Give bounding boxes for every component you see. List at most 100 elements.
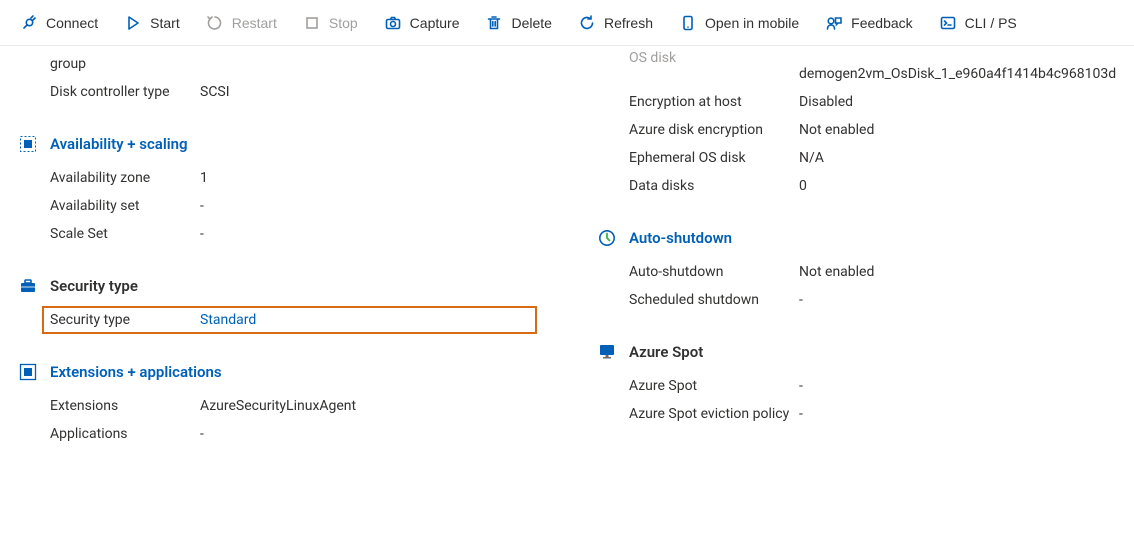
section-extensions: Extensions + applications Extensions Azu… [18, 362, 537, 448]
extensions-label: Extensions [50, 398, 200, 414]
label: Feedback [851, 13, 912, 33]
connect-button[interactable]: Connect [10, 7, 108, 39]
feedback-button[interactable]: Feedback [815, 7, 922, 39]
extensions-applications-link[interactable]: Extensions + applications [50, 363, 222, 381]
security-type-label: Security type [50, 312, 200, 328]
azure-spot-title: Azure Spot [629, 343, 703, 361]
label: Delete [511, 13, 551, 33]
stop-button: Stop [293, 7, 368, 39]
label: Open in mobile [705, 13, 799, 33]
azure-spot-label: Azure Spot [629, 378, 799, 394]
right-column: OS disk demogen2vm_OsDisk_1_e960a4f1414b… [567, 46, 1116, 448]
security-type-value-link[interactable]: Standard [200, 312, 529, 328]
scale-set-label: Scale Set [50, 226, 200, 242]
kv-row: Availability set - [50, 192, 537, 220]
section-header: Security type [18, 276, 537, 296]
applications-value: - [200, 426, 537, 442]
azure-spot-value: - [799, 378, 1116, 394]
availability-zone-label: Availability zone [50, 170, 200, 186]
os-disk-value: demogen2vm_OsDisk_1_e960a4f1414b4c968103… [799, 66, 1116, 82]
section-availability-scaling: Availability + scaling Availability zone… [18, 134, 537, 248]
cli-icon [939, 14, 957, 32]
label: Restart [232, 13, 277, 33]
extensions-value: AzureSecurityLinuxAgent [200, 398, 537, 414]
os-disk-label-truncated: OS disk [629, 50, 799, 66]
scheduled-shutdown-label: Scheduled shutdown [629, 292, 799, 308]
section-azure-spot: Azure Spot Azure Spot - Azure Spot evict… [597, 342, 1116, 428]
availability-scaling-link[interactable]: Availability + scaling [50, 135, 188, 153]
applications-label: Applications [50, 426, 200, 442]
ephemeral-value: N/A [799, 150, 1116, 166]
scale-set-value: - [200, 226, 537, 242]
section-header: Auto-shutdown [597, 228, 1116, 248]
refresh-button[interactable]: Refresh [568, 7, 663, 39]
ade-label: Azure disk encryption [629, 122, 799, 138]
play-icon [124, 14, 142, 32]
feedback-icon [825, 14, 843, 32]
security-type-title: Security type [50, 277, 138, 295]
section-header: Availability + scaling [18, 134, 537, 154]
label: CLI / PS [965, 13, 1017, 33]
kv-row: Availability zone 1 [50, 164, 537, 192]
kv-row: Disk controller type SCSI [50, 78, 537, 106]
kv-row: Encryption at host Disabled [629, 88, 1116, 116]
auto-shutdown-label: Auto-shutdown [629, 264, 799, 280]
delete-button[interactable]: Delete [475, 7, 561, 39]
left-column: group Disk controller type SCSI Availabi… [18, 46, 567, 448]
label: Refresh [604, 13, 653, 33]
availability-set-label: Availability set [50, 198, 200, 214]
kv-row: Scale Set - [50, 220, 537, 248]
restart-button: Restart [196, 7, 287, 39]
disk-controller-label: Disk controller type [50, 84, 200, 100]
plug-icon [20, 14, 38, 32]
azure-spot-eviction-value: - [799, 406, 1116, 422]
monitor-icon [597, 342, 617, 362]
open-in-mobile-button[interactable]: Open in mobile [669, 7, 809, 39]
section-header: Extensions + applications [18, 362, 537, 382]
cli-ps-button[interactable]: CLI / PS [929, 7, 1027, 39]
capture-button[interactable]: Capture [374, 7, 470, 39]
kv-row: group [50, 50, 537, 78]
encryption-host-label: Encryption at host [629, 94, 799, 110]
data-disks-value: 0 [799, 178, 1116, 194]
scheduled-shutdown-value: - [799, 292, 1116, 308]
ephemeral-label: Ephemeral OS disk [629, 150, 799, 166]
section-header: Azure Spot [597, 342, 1116, 362]
kv-row: Extensions AzureSecurityLinuxAgent [50, 392, 537, 420]
briefcase-icon [18, 276, 38, 296]
label: Capture [410, 13, 460, 33]
extensions-icon [18, 362, 38, 382]
refresh-icon [578, 14, 596, 32]
label: Start [150, 13, 180, 33]
vm-properties-content: group Disk controller type SCSI Availabi… [0, 46, 1134, 478]
availability-zone-value: 1 [200, 170, 537, 186]
section-security-type: Security type Security type Standard [18, 276, 537, 334]
label: Connect [46, 13, 98, 33]
command-bar: Connect Start Restart Stop Capture Delet… [0, 0, 1134, 46]
kv-row-security-type-highlighted: Security type Standard [42, 306, 537, 334]
stop-icon [303, 14, 321, 32]
kv-row: Azure Spot eviction policy - [629, 400, 1116, 428]
kv-row: Scheduled shutdown - [629, 286, 1116, 314]
camera-icon [384, 14, 402, 32]
section-auto-shutdown: Auto-shutdown Auto-shutdown Not enabled … [597, 228, 1116, 314]
kv-row: Azure Spot - [629, 372, 1116, 400]
availability-icon [18, 134, 38, 154]
ade-value: Not enabled [799, 122, 1116, 138]
encryption-host-value: Disabled [799, 94, 1116, 110]
kv-row: OS disk [629, 50, 1116, 66]
start-button[interactable]: Start [114, 7, 190, 39]
label: Stop [329, 13, 358, 33]
azure-spot-eviction-label: Azure Spot eviction policy [629, 406, 799, 422]
kv-row: demogen2vm_OsDisk_1_e960a4f1414b4c968103… [629, 66, 1116, 88]
data-disks-label: Data disks [629, 178, 799, 194]
kv-row: Applications - [50, 420, 537, 448]
auto-shutdown-link[interactable]: Auto-shutdown [629, 229, 732, 247]
auto-shutdown-value: Not enabled [799, 264, 1116, 280]
resource-group-label-truncated: group [50, 56, 200, 72]
mobile-icon [679, 14, 697, 32]
trash-icon [485, 14, 503, 32]
kv-row: Azure disk encryption Not enabled [629, 116, 1116, 144]
kv-row: Data disks 0 [629, 172, 1116, 200]
restart-icon [206, 14, 224, 32]
